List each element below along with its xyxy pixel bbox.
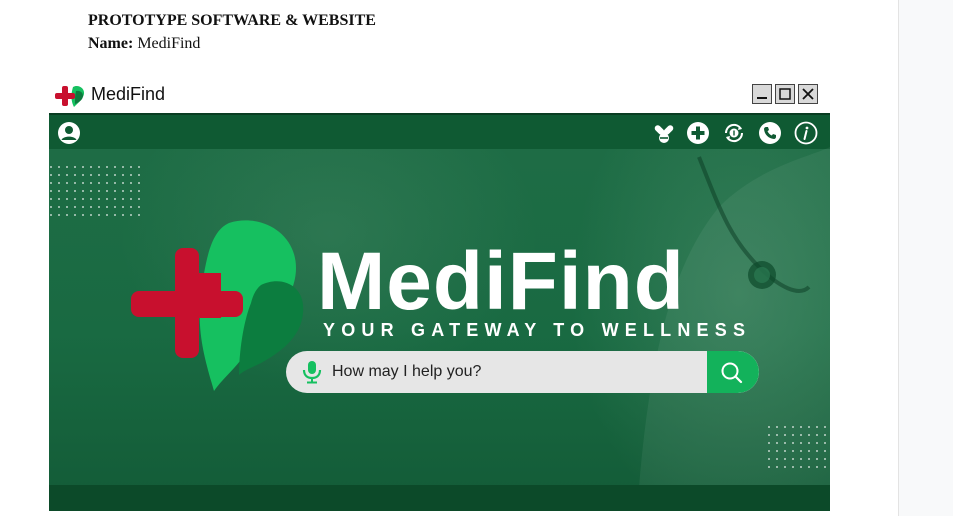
window-title: MediFind bbox=[91, 84, 166, 104]
window-title-bar: MediFind bbox=[49, 80, 830, 114]
medical-cross-icon[interactable] bbox=[686, 121, 710, 145]
maximize-icon bbox=[779, 88, 791, 100]
medifind-logo-icon bbox=[55, 85, 85, 107]
hero-tagline: YOUR GATEWAY TO WELLNESS bbox=[323, 320, 752, 340]
search-input[interactable] bbox=[332, 351, 702, 393]
search-button[interactable] bbox=[707, 351, 759, 393]
footer-strip bbox=[49, 485, 830, 511]
maximize-button[interactable] bbox=[775, 84, 795, 104]
name-label: Name: bbox=[88, 35, 134, 52]
refill-exchange-icon[interactable] bbox=[722, 121, 746, 145]
search-bar bbox=[286, 351, 759, 393]
microphone-icon[interactable] bbox=[301, 360, 323, 384]
close-icon bbox=[802, 88, 814, 100]
page-gutter bbox=[898, 0, 953, 516]
info-icon[interactable] bbox=[794, 121, 818, 145]
document-header: PROTOTYPE SOFTWARE & WEBSITE Name: MediF… bbox=[88, 11, 376, 54]
user-profile-icon[interactable] bbox=[57, 121, 81, 145]
document-name-line: Name: MediFind bbox=[88, 34, 376, 54]
hero-brand-name: MediFind bbox=[317, 236, 685, 327]
minimize-button[interactable] bbox=[752, 84, 772, 104]
app-main-view: MediFind YOUR GATEWAY TO WELLNESS bbox=[49, 113, 830, 511]
window-controls bbox=[749, 84, 818, 104]
top-navigation-bar bbox=[49, 113, 830, 149]
close-button[interactable] bbox=[798, 84, 818, 104]
minimize-icon bbox=[757, 97, 767, 99]
decorative-dots-top-left bbox=[49, 165, 141, 217]
name-value: MediFind bbox=[137, 35, 201, 52]
phone-icon[interactable] bbox=[758, 121, 782, 145]
search-icon bbox=[721, 362, 743, 384]
document-title: PROTOTYPE SOFTWARE & WEBSITE bbox=[88, 12, 376, 29]
pills-icon[interactable] bbox=[652, 121, 676, 145]
medifind-hero-logo bbox=[131, 220, 304, 391]
